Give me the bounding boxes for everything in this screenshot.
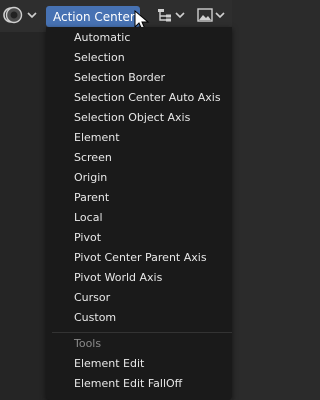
- menu-item-origin[interactable]: Origin: [74, 168, 107, 188]
- menu-item-element-edit[interactable]: Element Edit: [74, 354, 144, 374]
- action-centers-button[interactable]: Action Centers: [46, 6, 142, 27]
- menu-item-cursor[interactable]: Cursor: [74, 288, 110, 308]
- menu-item-selection-border[interactable]: Selection Border: [74, 68, 165, 88]
- shading-ring-icon[interactable]: [5, 6, 23, 24]
- menu-item-automatic[interactable]: Automatic: [74, 28, 130, 48]
- tools-section-title: Tools: [74, 337, 102, 350]
- menu-item-parent[interactable]: Parent: [74, 188, 109, 208]
- menu-item-selection[interactable]: Selection: [74, 48, 125, 68]
- menu-separator: [52, 332, 232, 333]
- menu-item-element-edit-falloff[interactable]: Element Edit FallOff: [74, 374, 182, 394]
- menu-item-pivot-center-parent-axis[interactable]: Pivot Center Parent Axis: [74, 248, 207, 268]
- menu-item-selection-center-auto-axis[interactable]: Selection Center Auto Axis: [74, 88, 221, 108]
- image-icon[interactable]: [196, 6, 214, 24]
- menu-item-element[interactable]: Element: [74, 128, 120, 148]
- pivot-tree-icon[interactable]: [156, 6, 174, 24]
- menu-item-pivot[interactable]: Pivot: [74, 228, 101, 248]
- action-centers-label: Action Centers: [53, 9, 142, 24]
- chevron-down-icon[interactable]: [26, 9, 38, 21]
- menu-item-screen[interactable]: Screen: [74, 148, 112, 168]
- chevron-down-icon[interactable]: [214, 9, 226, 21]
- menu-item-local[interactable]: Local: [74, 208, 103, 228]
- chevron-down-icon[interactable]: [174, 9, 186, 21]
- menu-item-custom[interactable]: Custom: [74, 308, 116, 328]
- action-centers-menu: Automatic Selection Selection Border Sel…: [46, 27, 232, 400]
- menu-item-selection-object-axis[interactable]: Selection Object Axis: [74, 108, 190, 128]
- menu-item-pivot-world-axis[interactable]: Pivot World Axis: [74, 268, 162, 288]
